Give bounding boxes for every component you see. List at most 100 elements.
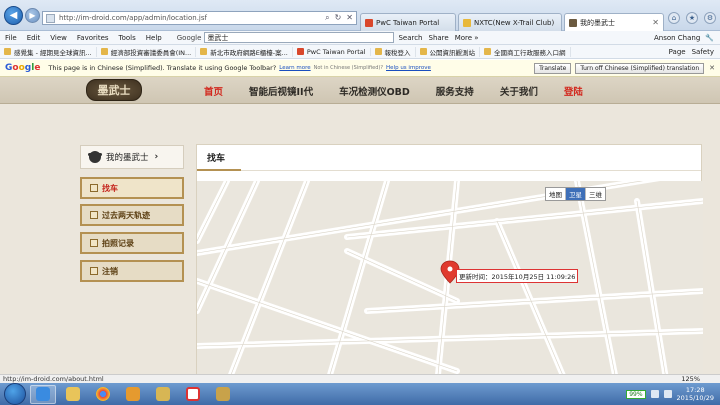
battery-indicator[interactable]: 99% <box>626 389 646 399</box>
favorites-star-icon[interactable]: ★ <box>686 12 698 24</box>
favorite-link[interactable]: 報稅登入 <box>371 46 416 57</box>
google-toolbar-search: Google 墨武士 <box>177 32 395 43</box>
taskbar: 99% 17:28 2015/10/29 <box>0 383 720 405</box>
menu-tools[interactable]: Tools <box>114 34 141 42</box>
close-icon[interactable]: ✕ <box>709 64 715 72</box>
clock-time: 17:28 <box>685 386 705 394</box>
tab-close-icon[interactable]: ✕ <box>648 18 659 27</box>
google-search-input[interactable]: 墨武士 <box>204 32 395 43</box>
folder-icon <box>156 387 170 401</box>
toolbar-share-button[interactable]: Share <box>429 34 449 42</box>
sidebar-item-logout[interactable]: 注销 <box>80 260 184 282</box>
monitor-icon <box>90 184 98 192</box>
map-view[interactable]: 地图 卫星 三维 更新时间：2015年10月25日 11:09:26 <box>197 181 703 374</box>
sidebar-item-label: 找车 <box>102 183 118 193</box>
volume-icon[interactable] <box>663 390 672 398</box>
page-menu-button[interactable]: Page <box>669 48 686 56</box>
taskbar-app-windows-explorer[interactable] <box>150 385 176 404</box>
menu-favorites[interactable]: Favorites <box>72 34 114 42</box>
browser-titlebar: ◀ ▶ http://im-droid.com/app/admin/locati… <box>0 0 720 31</box>
mail-icon <box>216 387 230 401</box>
tab-pwc[interactable]: PwC Taiwan Portal <box>360 13 456 31</box>
nav-home[interactable]: 首页 <box>204 84 223 98</box>
translate-button[interactable]: Translate <box>534 62 572 74</box>
clock[interactable]: 17:28 2015/10/29 <box>677 386 714 402</box>
address-url: http://im-droid.com/app/admin/location.j… <box>59 14 207 22</box>
map-type-map[interactable]: 地图 <box>546 188 566 200</box>
track-icon <box>90 211 98 219</box>
learn-more-link[interactable]: Learn more <box>279 65 310 71</box>
favorite-icon <box>484 48 492 55</box>
zoom-level[interactable]: 125% <box>681 375 720 383</box>
toolbar-search-button[interactable]: Search <box>398 34 422 42</box>
menu-view[interactable]: View <box>45 34 72 42</box>
taskbar-app-ie[interactable] <box>30 384 56 404</box>
translate-note: Not in Chinese (Simplified)? <box>313 65 384 71</box>
refresh-icon[interactable]: ↻ <box>335 13 342 23</box>
turn-off-translation-button[interactable]: Turn off Chinese (Simplified) translatio… <box>575 62 705 74</box>
wrench-icon[interactable]: 🔧 <box>705 34 714 42</box>
status-url: http://im-droid.com/about.html <box>3 375 104 383</box>
logout-icon <box>90 267 98 275</box>
menu-help[interactable]: Help <box>141 34 167 42</box>
site-logo[interactable]: 墨武士 <box>86 79 142 101</box>
translate-message: This page is in Chinese (Simplified). Tr… <box>48 64 277 72</box>
gmail-icon <box>186 387 200 401</box>
tab-nxtc[interactable]: NXTC(New X-Trail Club) <box>458 13 562 31</box>
chrome-icon <box>96 387 110 401</box>
map-type-satellite[interactable]: 卫星 <box>566 188 586 200</box>
menu-file[interactable]: File <box>0 34 22 42</box>
sidebar-item-track[interactable]: 过去两天轨迹 <box>80 204 184 226</box>
favorite-link[interactable]: 感覺集 - 經期見全球資訊... <box>0 46 97 57</box>
taskbar-app-outlook[interactable] <box>120 385 146 404</box>
menu-bar: File Edit View Favorites Tools Help Goog… <box>0 31 720 45</box>
taskbar-app-mail[interactable] <box>210 385 236 404</box>
site-nav: 首页 智能后视镜II代 车况检测仪OBD 服务支持 关于我们 登陆 <box>204 77 583 104</box>
clock-date: 2015/10/29 <box>676 394 714 402</box>
system-tray: 99% 17:28 2015/10/29 <box>626 386 720 402</box>
outlook-icon <box>126 387 140 401</box>
map-type-3d[interactable]: 三维 <box>586 188 605 200</box>
nav-smart-mirror[interactable]: 智能后视镜II代 <box>249 84 313 98</box>
sidebar-item-find-car[interactable]: 找车 <box>80 177 184 199</box>
sidebar-item-photos[interactable]: 拍照记录 <box>80 232 184 254</box>
nav-obd[interactable]: 车况检测仪OBD <box>339 84 410 98</box>
back-button[interactable]: ◀ <box>4 6 23 25</box>
nav-support[interactable]: 服务支持 <box>436 84 474 98</box>
favorite-link[interactable]: 經濟部投資審議委員會(IN... <box>97 46 197 57</box>
page-icon <box>46 13 55 23</box>
sidebar-item-label: 注销 <box>102 266 118 276</box>
favorite-link[interactable]: 全國商工行政服務入口網 <box>480 46 571 57</box>
home-icon[interactable]: ⌂ <box>668 12 680 24</box>
favorite-link[interactable]: 公開資訊觀測站 <box>416 46 481 57</box>
nav-about[interactable]: 关于我们 <box>500 84 538 98</box>
network-icon[interactable] <box>650 390 659 398</box>
toolbar-more-button[interactable]: More » <box>455 34 479 42</box>
favorite-link[interactable]: 新北市政府網路E櫃檯-案... <box>196 46 293 57</box>
taskbar-app-gmail[interactable] <box>180 385 206 404</box>
nav-login[interactable]: 登陆 <box>564 84 583 98</box>
start-button[interactable] <box>4 383 26 405</box>
favorite-icon <box>374 48 382 55</box>
account-hat-icon <box>88 151 102 163</box>
search-icon[interactable]: ⌕ <box>325 13 329 23</box>
safety-menu-button[interactable]: Safety <box>692 48 714 56</box>
sidebar-header-label: 我的墨武士 <box>106 153 149 163</box>
page-title: 找车 <box>197 145 701 171</box>
arrow-right-icon: ▶ <box>29 11 36 20</box>
forward-button[interactable]: ▶ <box>25 8 40 23</box>
chevron-right-icon: › <box>154 152 159 162</box>
gear-icon[interactable]: ⚙ <box>704 12 716 24</box>
user-name[interactable]: Anson Chang <box>654 34 700 42</box>
close-icon[interactable]: ✕ <box>346 13 353 23</box>
taskbar-app-explorer[interactable] <box>60 385 86 404</box>
menu-edit[interactable]: Edit <box>22 34 46 42</box>
help-improve-link[interactable]: Help us improve <box>386 65 431 71</box>
map-roads <box>197 181 703 374</box>
camera-icon <box>90 239 98 247</box>
taskbar-app-chrome[interactable] <box>90 385 116 404</box>
address-bar[interactable]: http://im-droid.com/app/admin/location.j… <box>42 11 357 25</box>
sidebar-header[interactable]: 我的墨武士 › <box>80 145 184 169</box>
favorite-link[interactable]: PwC Taiwan Portal <box>293 47 371 56</box>
tab-active[interactable]: 我的墨武士 ✕ <box>564 13 664 31</box>
